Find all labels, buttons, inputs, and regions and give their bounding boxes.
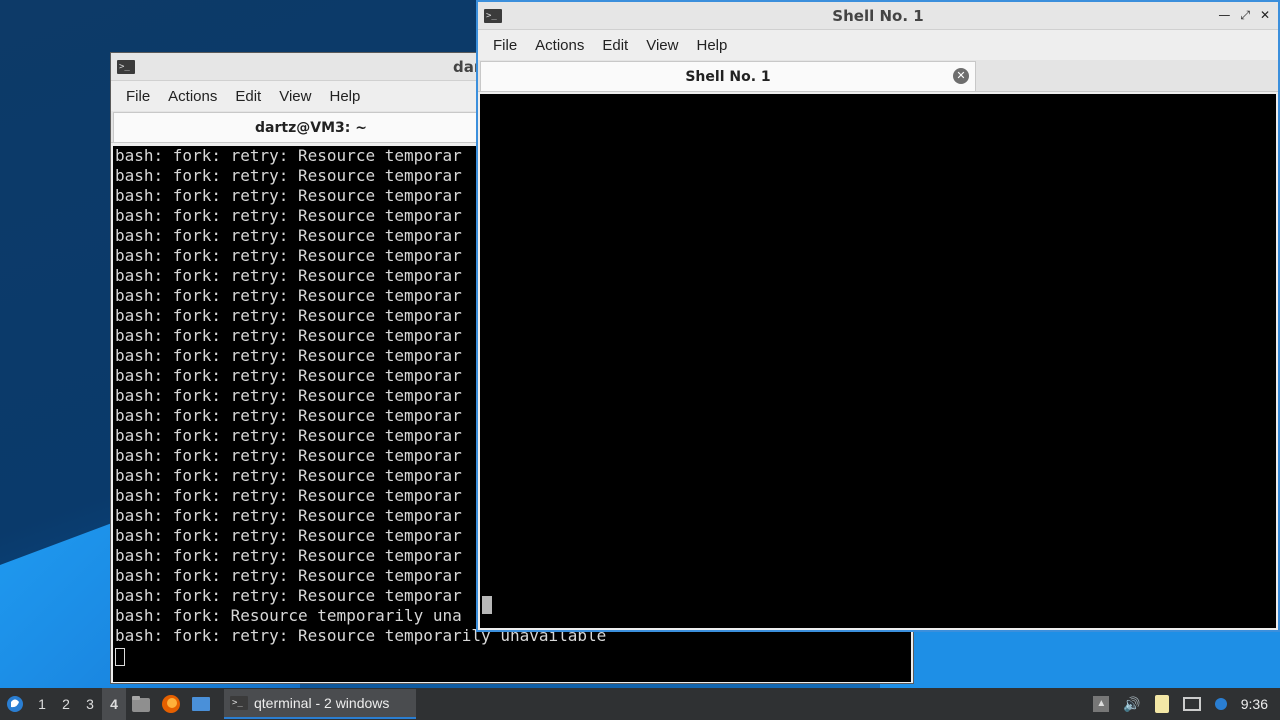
terminal-icon: >_: [117, 59, 135, 74]
system-tray: ▲ 🔊 9:36: [1093, 688, 1280, 720]
terminal-cursor: [482, 596, 492, 614]
tab-close-icon[interactable]: ✕: [953, 68, 969, 84]
menu-view[interactable]: View: [637, 37, 687, 54]
workspace-1[interactable]: 1: [30, 688, 54, 720]
prompt-line: [115, 646, 911, 666]
network-icon[interactable]: [1182, 697, 1201, 711]
front-terminal-window[interactable]: >_ Shell No. 1 — ⤢ ✕ File Actions Edit V…: [476, 0, 1280, 632]
minimize-icon[interactable]: —: [1218, 8, 1230, 23]
workspace-3[interactable]: 3: [78, 688, 102, 720]
window-controls: — ⤢ ✕: [1218, 8, 1270, 23]
file-manager-icon[interactable]: [126, 688, 156, 720]
tab-label: dartz@VM3: ~: [255, 119, 367, 136]
menu-help[interactable]: Help: [320, 88, 369, 105]
tray-up-arrow-icon[interactable]: ▲: [1093, 696, 1110, 712]
menu-file[interactable]: File: [117, 88, 159, 105]
terminal-cursor: [115, 647, 125, 666]
front-window-titlebar[interactable]: >_ Shell No. 1 — ⤢ ✕: [478, 2, 1278, 30]
menu-help[interactable]: Help: [687, 37, 736, 54]
menu-actions[interactable]: Actions: [526, 37, 593, 54]
menu-file[interactable]: File: [484, 37, 526, 54]
taskbar-qterminal[interactable]: >_ qterminal - 2 windows: [224, 689, 416, 719]
close-icon[interactable]: ✕: [1260, 8, 1270, 23]
clock[interactable]: 9:36: [1241, 696, 1268, 712]
tab-shell-1[interactable]: Shell No. 1 ✕: [480, 61, 976, 91]
menu-view[interactable]: View: [270, 88, 320, 105]
menu-edit[interactable]: Edit: [226, 88, 270, 105]
volume-icon[interactable]: 🔊: [1123, 696, 1140, 713]
notification-icon[interactable]: [1214, 698, 1227, 710]
start-menu-icon[interactable]: [0, 688, 30, 720]
menu-edit[interactable]: Edit: [593, 37, 637, 54]
front-window-title: Shell No. 1: [832, 6, 924, 25]
tab-dartz[interactable]: dartz@VM3: ~: [113, 112, 509, 142]
show-desktop-icon[interactable]: [186, 688, 216, 720]
firefox-icon[interactable]: [156, 688, 186, 720]
workspace-2[interactable]: 2: [54, 688, 78, 720]
menu-actions[interactable]: Actions: [159, 88, 226, 105]
front-window-menubar: File Actions Edit View Help: [478, 30, 1278, 60]
front-window-tabbar: Shell No. 1 ✕: [478, 60, 1278, 92]
terminal-icon: >_: [230, 696, 248, 710]
clipboard-icon[interactable]: [1154, 695, 1169, 713]
front-terminal-output[interactable]: [480, 94, 1276, 628]
taskbar: 1 2 3 4 >_ qterminal - 2 windows ▲ 🔊 9:3…: [0, 688, 1280, 720]
task-label: qterminal - 2 windows: [254, 695, 390, 711]
workspace-4[interactable]: 4: [102, 688, 126, 720]
maximize-icon[interactable]: ⤢: [1240, 8, 1250, 23]
tab-label: Shell No. 1: [685, 68, 771, 85]
